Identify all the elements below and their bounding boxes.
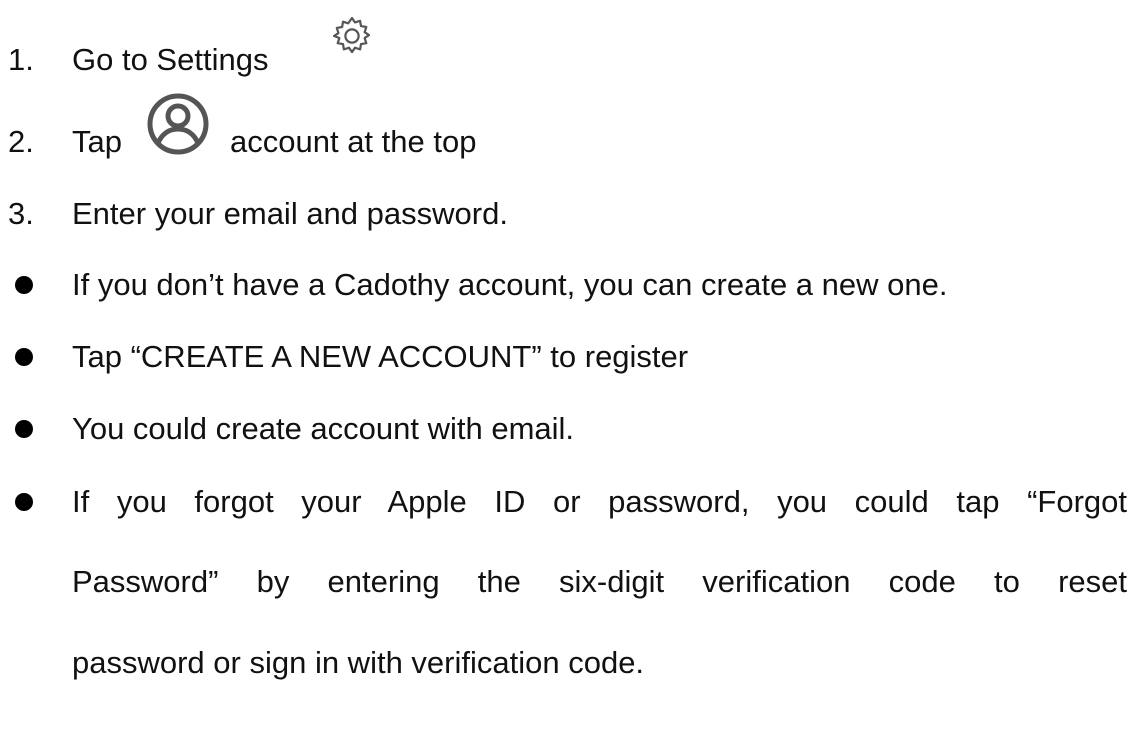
bullet-text: If you don’t have a Cadothy account, you… <box>72 267 948 302</box>
bullet-item-4-line-2: Password” by entering the six-digit veri… <box>72 564 1127 599</box>
bullet-text: Tap “CREATE A NEW ACCOUNT” to register <box>72 339 689 374</box>
step-text-after: account at the top <box>230 124 477 159</box>
bullet-icon <box>15 420 33 438</box>
step-number: 3. <box>8 196 34 231</box>
step-number: 2. <box>8 124 34 159</box>
instruction-document: 1. Go to Settings 2. Tap account at the … <box>0 0 1133 729</box>
step-text: Enter your email and password. <box>72 196 508 231</box>
bullet-text: password or sign in with verification co… <box>72 645 645 680</box>
gear-icon <box>330 14 374 63</box>
bullet-icon <box>15 348 33 366</box>
step-number: 1. <box>8 42 34 77</box>
bullet-icon <box>15 276 33 294</box>
bullet-item-4-line-1: If you forgot your Apple ID or password,… <box>72 484 1127 519</box>
bullet-text: You could create account with email. <box>72 411 575 446</box>
account-icon <box>146 92 210 161</box>
bullet-icon <box>15 493 33 511</box>
step-text: Go to Settings <box>72 42 269 77</box>
step-text-before: Tap <box>72 124 122 159</box>
